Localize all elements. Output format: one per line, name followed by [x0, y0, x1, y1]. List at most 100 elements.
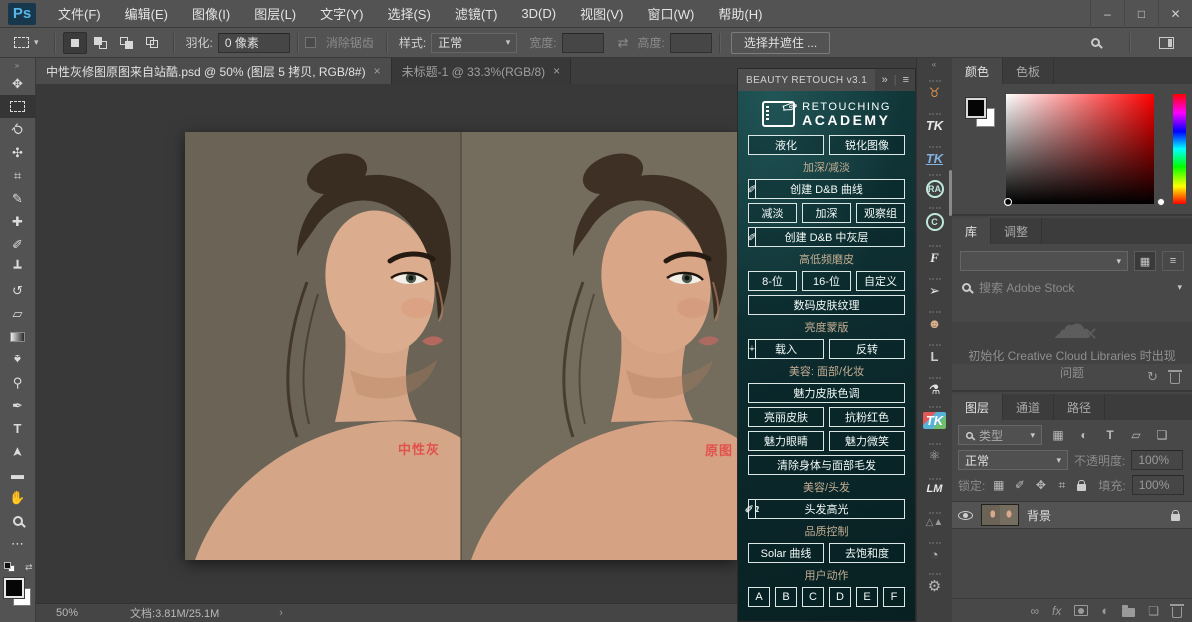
user-action-d-button[interactable]: D — [829, 587, 851, 607]
eraser-tool[interactable]: ▱ — [0, 302, 36, 325]
document-tab-1[interactable]: 中性灰修图原图来自站酷.psd @ 50% (图层 5 拷贝, RGB/8#) … — [36, 58, 392, 84]
flask-panel-button[interactable]: ⚗ — [920, 367, 950, 400]
portrait-panel-button[interactable]: ☻ — [920, 301, 950, 334]
intersect-selection-button[interactable] — [141, 32, 165, 54]
lock-transparency-icon[interactable]: ▦ — [991, 475, 1006, 495]
bright-skin-button[interactable]: 亮丽皮肤 — [748, 407, 824, 427]
custom-button[interactable]: 自定义 — [856, 271, 905, 291]
lock-paint-icon[interactable]: ✐ — [1012, 475, 1027, 495]
style-dropdown[interactable]: 正常 ▾ — [431, 33, 517, 53]
blur-tool[interactable]: ♠ — [0, 348, 36, 371]
solar-curve-button[interactable]: Solar 曲线 — [748, 543, 824, 563]
bird-panel-button[interactable]: ➢ — [920, 268, 950, 301]
rotate-panel-button[interactable]: ◔ — [920, 532, 950, 565]
db-gray-brush-button[interactable]: ✐ — [748, 227, 756, 247]
glamour-smile-button[interactable]: 魅力微笑 — [829, 431, 905, 451]
dodge-button[interactable]: 减淡 — [748, 203, 797, 223]
user-action-b-button[interactable]: B — [775, 587, 797, 607]
db-curves-brush-button[interactable]: ✐ — [748, 179, 756, 199]
lock-artboard-icon[interactable]: ⌗ — [1054, 475, 1069, 495]
spot-healing-brush-tool[interactable]: ✚ — [0, 210, 36, 233]
remove-hair-button[interactable]: 清除身体与面部毛发 — [748, 455, 905, 475]
add-mask-icon[interactable] — [1074, 605, 1088, 616]
menu-edit[interactable]: 编辑(E) — [113, 0, 180, 28]
clone-stamp-tool[interactable]: ┻ — [0, 256, 36, 279]
new-selection-button[interactable] — [63, 32, 87, 54]
grid-view-button[interactable]: ▦ — [1134, 251, 1156, 271]
gradient-tool[interactable] — [0, 325, 36, 348]
l-panel-button[interactable]: L — [920, 334, 950, 367]
user-action-f-button[interactable]: F — [883, 587, 905, 607]
blend-mode-dropdown[interactable]: 正常 ▾ — [958, 450, 1068, 470]
document-tab-2[interactable]: 未标题-1 @ 33.3%(RGB/8) × — [392, 58, 572, 84]
menu-select[interactable]: 选择(S) — [375, 0, 442, 28]
zoom-level[interactable]: 50% — [56, 607, 78, 619]
select-and-mask-button[interactable]: 选择并遮住 ... — [731, 32, 830, 54]
user-action-e-button[interactable]: E — [856, 587, 878, 607]
hand-tool[interactable]: ✋ — [0, 486, 36, 509]
menu-window[interactable]: 窗口(W) — [635, 0, 706, 28]
search-icon[interactable] — [1091, 38, 1100, 47]
observe-group-button[interactable]: 观察组 — [856, 203, 905, 223]
bull-panel-button[interactable]: ♉ — [920, 70, 950, 103]
history-brush-tool[interactable]: ↺ — [0, 279, 36, 302]
feather-input[interactable]: 0 像素 — [218, 33, 290, 53]
close-icon[interactable]: × — [374, 64, 381, 78]
expand-panels-icon[interactable]: « — [932, 58, 937, 70]
new-layer-icon[interactable]: ❏ — [1148, 604, 1159, 618]
atom-panel-button[interactable]: ⚛ — [920, 433, 950, 466]
anti-alias-checkbox[interactable] — [305, 37, 316, 48]
lm-panel-button[interactable]: LM — [920, 466, 950, 499]
load-button[interactable]: 载入 — [748, 339, 824, 359]
default-colors-icon[interactable] — [4, 562, 16, 572]
layer-thumbnail[interactable] — [981, 504, 1019, 526]
digital-skin-texture-button[interactable]: 数码皮肤纹理 — [748, 295, 905, 315]
tab-swatches[interactable]: 色板 — [1003, 58, 1054, 84]
liquify-button[interactable]: 液化 — [748, 135, 824, 155]
panel-menu-icon[interactable]: ≡ — [903, 74, 909, 86]
sharpen-image-button[interactable]: 锐化图像 — [829, 135, 905, 155]
beauty-panel-tab[interactable]: BEAUTY RETOUCH v3.1 — [738, 69, 875, 91]
collapse-panel-icon[interactable]: » — [882, 74, 888, 86]
menu-view[interactable]: 视图(V) — [568, 0, 635, 28]
tab-paths[interactable]: 路径 — [1054, 394, 1105, 420]
menu-file[interactable]: 文件(F) — [46, 0, 113, 28]
swap-colors-icon[interactable]: ⇄ — [25, 562, 33, 573]
lasso-tool[interactable]: Ω — [0, 118, 36, 141]
opacity-input[interactable]: 100% — [1131, 450, 1183, 470]
lock-all-icon[interactable] — [1077, 484, 1086, 491]
zoom-tool[interactable] — [0, 509, 36, 532]
hue-marker[interactable] — [1157, 198, 1165, 206]
adobe-stock-search[interactable]: 搜索 Adobe Stock ▾ — [962, 279, 1182, 296]
glamour-eyes-button[interactable]: 魅力眼睛 — [748, 431, 824, 451]
width-input[interactable] — [562, 33, 604, 53]
color-gradient-field[interactable] — [1006, 94, 1154, 204]
trash-icon[interactable] — [1170, 373, 1180, 384]
new-group-icon[interactable] — [1122, 608, 1135, 617]
filter-type-layers-icon[interactable]: T — [1100, 425, 1120, 445]
list-view-button[interactable]: ≡ — [1162, 251, 1184, 271]
crop-tool[interactable]: ⌗ — [0, 164, 36, 187]
tab-adjustments[interactable]: 调整 — [991, 218, 1042, 244]
mountains-panel-button[interactable]: △▲ — [920, 499, 950, 532]
foreground-color-swatch[interactable] — [966, 98, 986, 118]
hair-highlight-button[interactable]: 头发高光 — [748, 499, 905, 519]
anti-pink-button[interactable]: 抗粉红色 — [829, 407, 905, 427]
minus-button[interactable]: - — [748, 339, 756, 359]
create-db-gray-button[interactable]: 创建 D&B 中灰层 — [748, 227, 905, 247]
ra-panel-button[interactable]: RA — [920, 169, 950, 202]
cloud-refresh-icon[interactable]: ↻ — [1147, 369, 1158, 385]
toolbar-collapse-icon[interactable]: » — [15, 58, 20, 72]
menu-filter[interactable]: 滤镜(T) — [443, 0, 510, 28]
filter-adjustment-layers-icon[interactable]: ◐ — [1074, 425, 1094, 445]
adjustment-layer-icon[interactable]: ◐ — [1101, 603, 1109, 618]
path-selection-tool[interactable]: ➤ — [0, 440, 36, 463]
library-select-dropdown[interactable]: ▾ — [960, 251, 1128, 271]
filter-shape-layers-icon[interactable]: ▱ — [1126, 425, 1146, 445]
close-icon[interactable]: × — [553, 64, 560, 78]
minimize-button[interactable]: – — [1090, 0, 1124, 28]
create-db-curves-button[interactable]: 创建 D&B 曲线 — [748, 179, 905, 199]
maximize-button[interactable]: □ — [1124, 0, 1158, 28]
height-input[interactable] — [670, 33, 712, 53]
dodge-tool[interactable]: ⚲ — [0, 371, 36, 394]
